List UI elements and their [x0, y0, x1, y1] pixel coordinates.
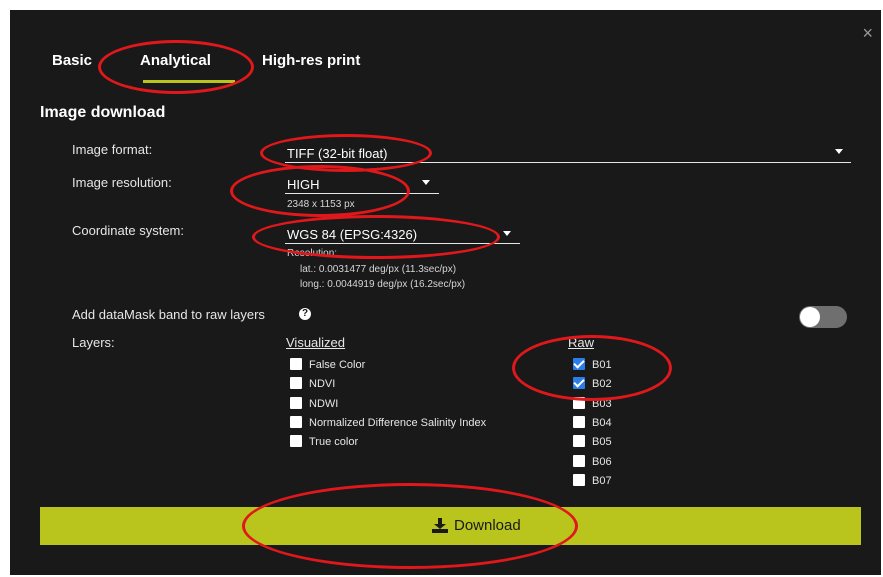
close-icon[interactable]: × — [862, 24, 873, 42]
coordinate-system-underline — [285, 243, 520, 244]
band-label-b07: B07 — [592, 475, 612, 487]
checkbox-ndwi[interactable] — [290, 397, 302, 409]
download-icon — [432, 518, 448, 533]
image-size-text: 2348 x 1153 px — [287, 199, 355, 210]
layer-label-ndwi: NDWI — [309, 398, 339, 410]
band-label-b01: B01 — [592, 359, 612, 371]
layer-label-true-color: True color — [309, 436, 359, 448]
layer-label-false-color: False Color — [309, 359, 366, 371]
checkbox-b03[interactable] — [573, 397, 585, 409]
image-format-select[interactable]: TIFF (32-bit float) — [287, 146, 387, 161]
checkbox-b06[interactable] — [573, 455, 585, 467]
image-download-dialog: × Basic Analytical High-res print Image … — [10, 10, 881, 575]
section-title: Image download — [40, 104, 166, 121]
layer-label-ndsi: Normalized Difference Salinity Index — [309, 417, 487, 429]
band-label-b04: B04 — [592, 417, 612, 429]
datamask-toggle[interactable] — [799, 306, 847, 328]
raw-heading: Raw — [568, 335, 595, 350]
checkbox-ndsi[interactable] — [290, 416, 302, 428]
checkbox-b07[interactable] — [573, 474, 585, 486]
checkbox-true-color[interactable] — [290, 435, 302, 447]
checkbox-ndvi[interactable] — [290, 377, 302, 389]
image-resolution-select[interactable]: HIGH — [287, 177, 320, 192]
download-button[interactable]: Download — [40, 507, 861, 545]
tab-basic[interactable]: Basic — [52, 52, 92, 69]
lat-resolution-text: lat.: 0.0031477 deg/px (11.3sec/px) — [300, 264, 457, 275]
visualized-heading: Visualized — [286, 335, 346, 350]
toggle-knob — [800, 307, 820, 327]
band-label-b06: B06 — [592, 456, 612, 468]
layer-label-ndvi: NDVI — [309, 378, 336, 390]
resolution-label: Resolution: — [287, 248, 338, 259]
layers-label: Layers: — [72, 335, 115, 350]
tab-analytical[interactable]: Analytical — [140, 52, 211, 69]
chevron-down-icon[interactable] — [422, 180, 430, 185]
band-label-b05: B05 — [592, 436, 612, 448]
checkbox-b02[interactable] — [573, 377, 585, 389]
checkbox-b01[interactable] — [573, 358, 585, 370]
checkbox-b05[interactable] — [573, 435, 585, 447]
help-icon[interactable]: ? — [299, 308, 311, 320]
image-format-label: Image format: — [72, 142, 153, 157]
chevron-down-icon[interactable] — [835, 149, 843, 154]
image-resolution-label: Image resolution: — [72, 175, 172, 190]
image-resolution-underline — [285, 193, 439, 194]
chevron-down-icon[interactable] — [503, 231, 511, 236]
coordinate-system-label: Coordinate system: — [72, 223, 184, 238]
checkbox-b04[interactable] — [573, 416, 585, 428]
band-label-b03: B03 — [592, 398, 612, 410]
datamask-label: Add dataMask band to raw layers — [72, 307, 265, 322]
band-label-b02: B02 — [592, 378, 612, 390]
download-label: Download — [454, 517, 521, 534]
active-tab-indicator — [143, 80, 235, 83]
image-format-underline — [285, 162, 851, 163]
tab-high-res-print[interactable]: High-res print — [262, 52, 360, 69]
long-resolution-text: long.: 0.0044919 deg/px (16.2sec/px) — [300, 279, 466, 290]
checkbox-false-color[interactable] — [290, 358, 302, 370]
coordinate-system-select[interactable]: WGS 84 (EPSG:4326) — [287, 227, 417, 242]
